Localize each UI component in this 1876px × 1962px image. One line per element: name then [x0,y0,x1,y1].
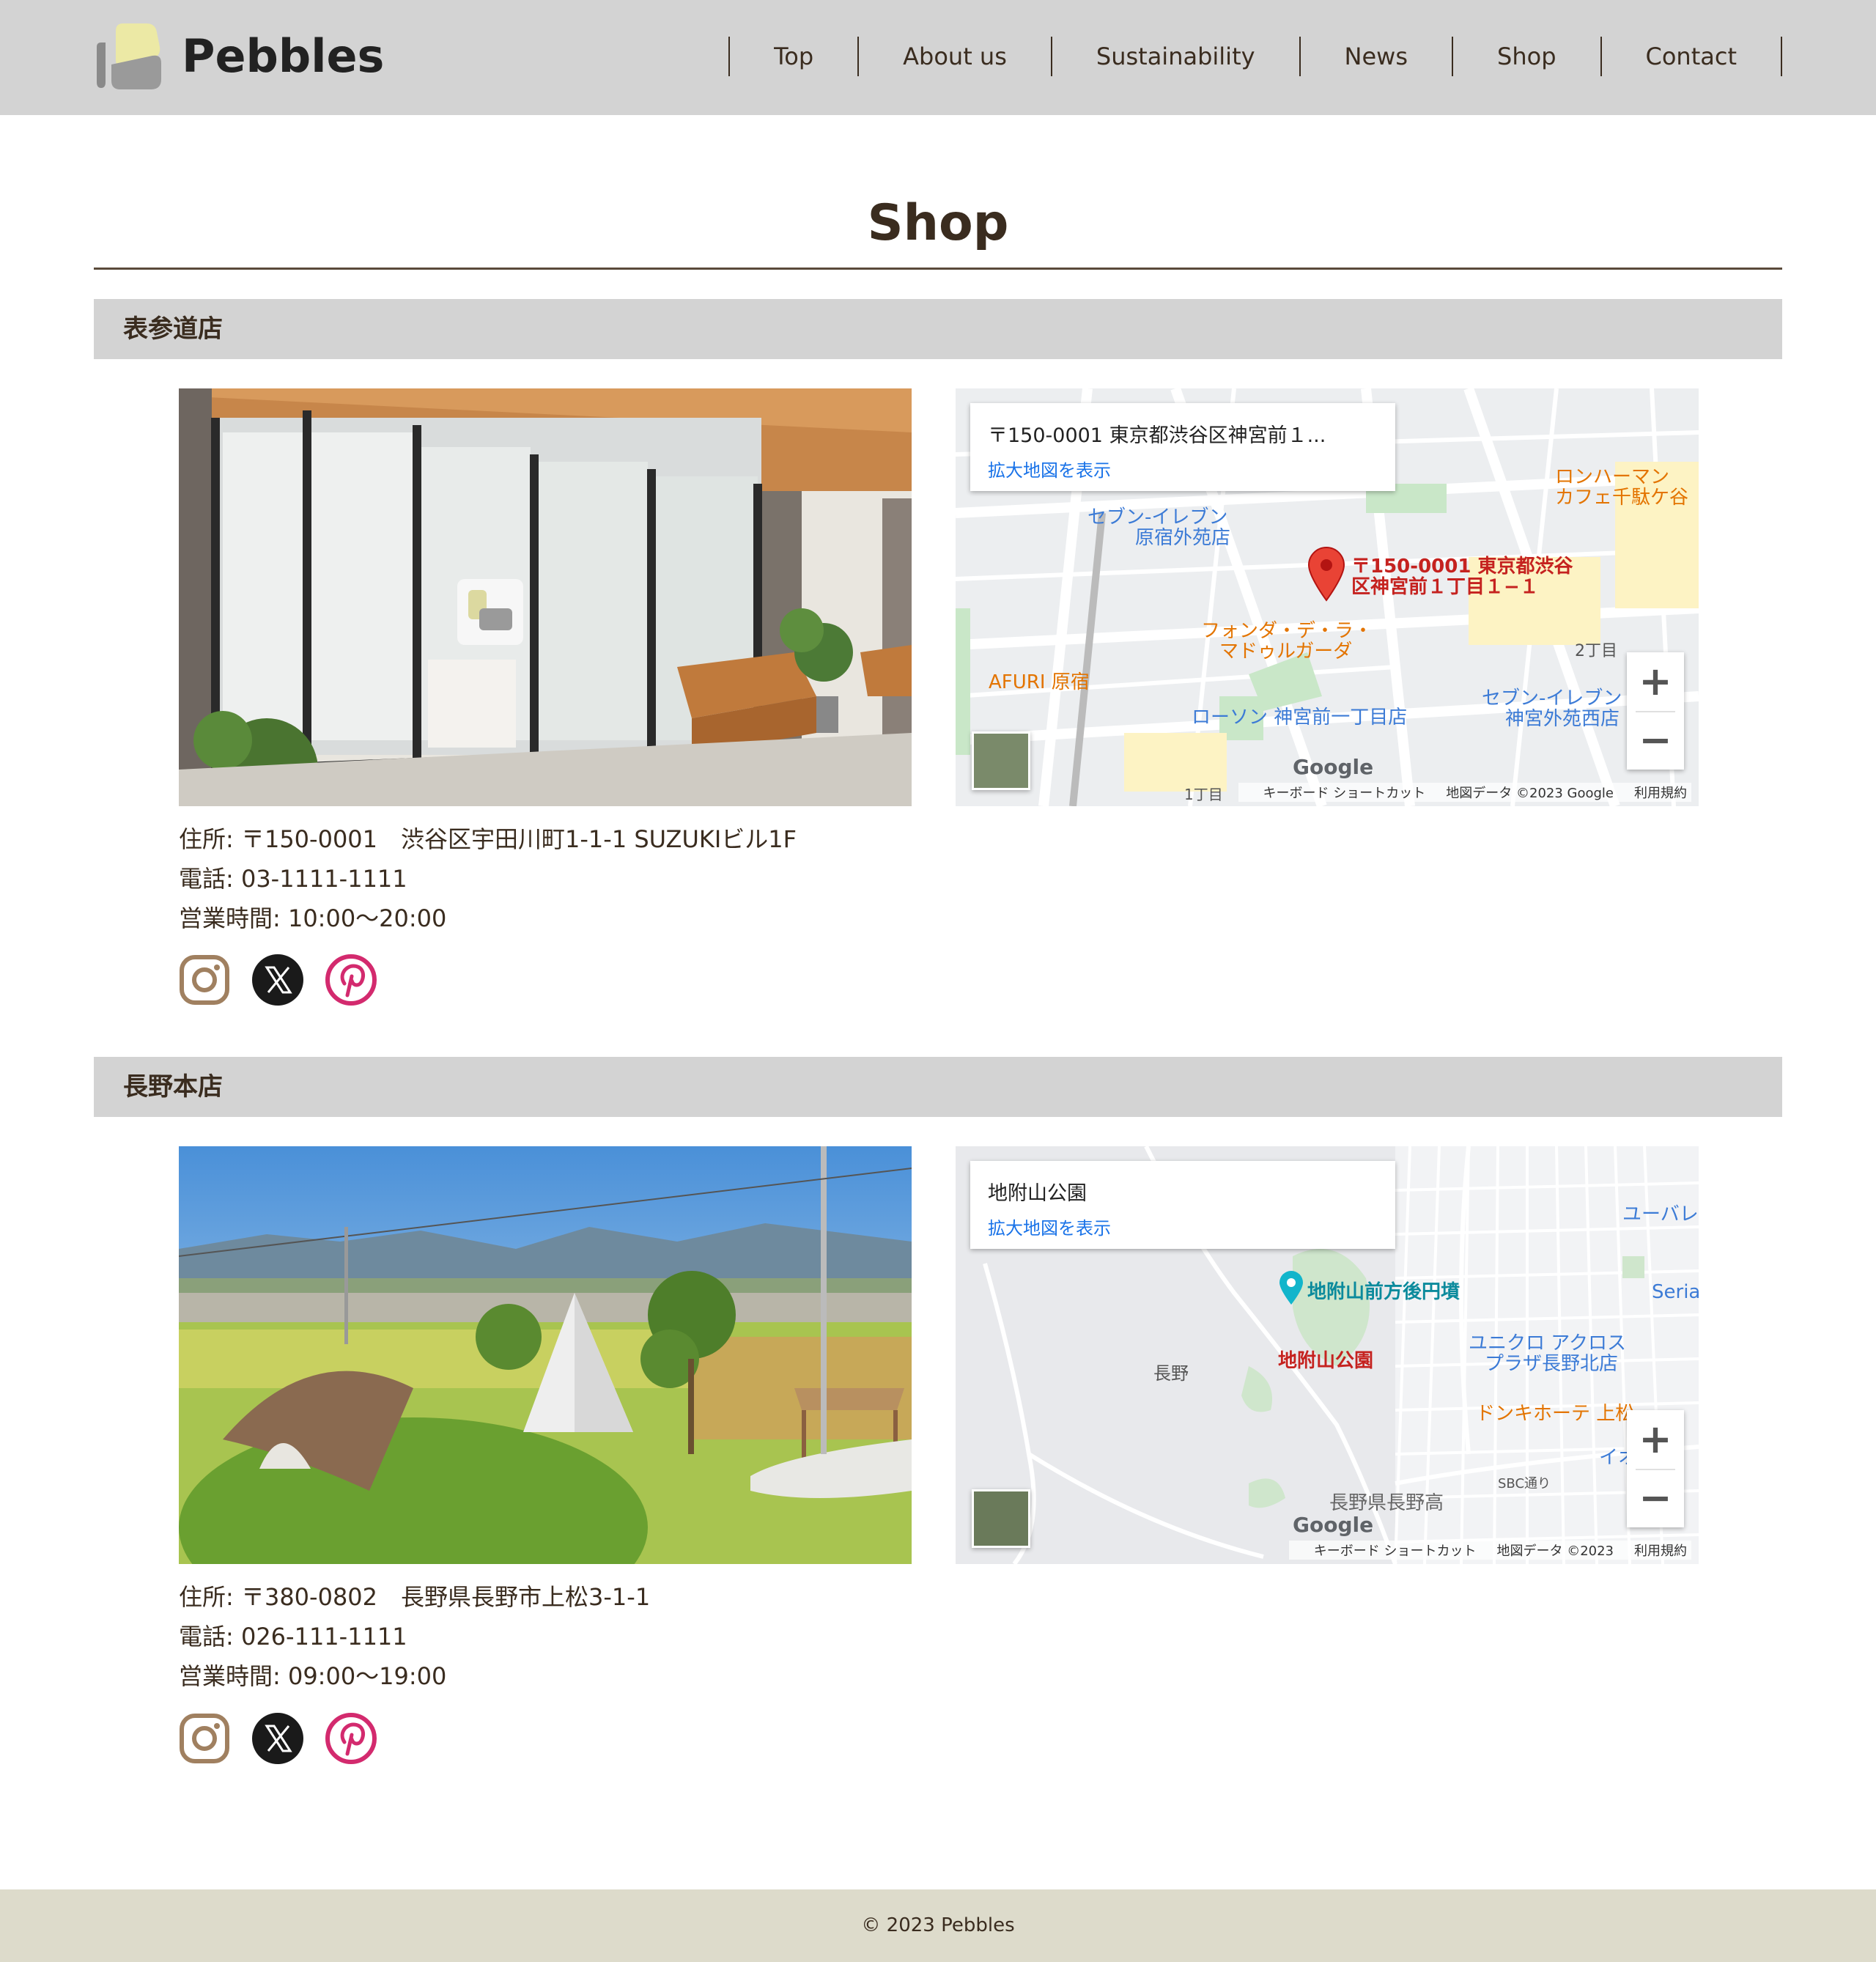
zoom-divider [1636,1469,1675,1470]
shop-header: 長野本店 [94,1057,1782,1117]
map-attribution: キーボード ショートカット 地図データ ©2023 Google 利用規約 [1238,783,1691,802]
map-data-text: 地図データ ©2023 Google [1446,786,1614,801]
google-logo: Google [1293,755,1374,779]
nav-item-top[interactable]: Top [730,37,860,76]
shop-hours: 営業時間: 10:00〜20:00 [179,904,447,932]
zoom-controls: + − [1627,652,1684,770]
shop-phone: 電話: 026-111-1111 [179,1623,407,1651]
pin-label-2: 区神宮前１丁目１−１ [1351,576,1539,598]
map-label: 1丁目 [1184,786,1223,803]
map-card-title: 〒150-0001 東京都渋谷区神宮前１... [988,424,1326,447]
logo[interactable]: Pebbles [94,21,384,91]
shop-info: 住所: 〒150-0001 渋谷区宇田川町1-1-1 SUZUKIビル1F 電話… [179,819,797,938]
map-label: 長野 [1153,1363,1189,1384]
map-attribution: キーボード ショートカット 地図データ ©2023 利用規約 [1288,1541,1691,1560]
map-label: 地附山前方後円墳 [1307,1281,1460,1303]
social-links [179,954,377,1006]
nav-item-sustainability[interactable]: Sustainability [1052,37,1301,76]
zoom-in-button[interactable]: + [1627,1410,1684,1469]
pebbles-logo-icon [97,23,161,89]
map-data-text: 地図データ ©2023 [1496,1544,1614,1559]
x-icon[interactable] [252,954,303,1006]
nav-item-contact[interactable]: Contact [1602,37,1782,76]
shop-info: 住所: 〒380-0802 長野県長野市上松3-1-1 電話: 026-111-… [179,1577,650,1696]
map-label: 長野県長野高 [1329,1492,1444,1514]
map-label: AFURI 原宿 [989,671,1090,693]
keyboard-shortcuts-link[interactable]: キーボード ショートカット [1314,1544,1477,1559]
map-label: マドゥルガーダ [1219,641,1353,663]
map-label: ドンキホーテ 上松 [1476,1403,1635,1425]
shop-name: 長野本店 [123,1072,223,1102]
map-label: 神宮外苑西店 [1505,708,1620,730]
map-label: ユーバレ [1622,1203,1699,1225]
view-larger-map-link[interactable]: 拡大地図を表示 [988,456,1111,482]
title-divider [94,268,1782,270]
map-card-title: 地附山公園 [988,1182,1087,1205]
map-label: ローソン 神宮前一丁目店 [1192,707,1408,729]
shop-photo-nagano [179,1146,912,1564]
nav-item-about-us[interactable]: About us [859,37,1052,76]
zoom-out-button[interactable]: − [1627,1469,1684,1527]
shop-hours: 営業時間: 09:00〜19:00 [179,1662,447,1690]
pinterest-icon[interactable] [325,1713,377,1764]
zoom-in-button[interactable]: + [1627,652,1684,711]
map-label: 2丁目 [1575,642,1617,660]
nav-item-news[interactable]: News [1301,37,1454,76]
map-label: カフェ千駄ケ谷 [1555,487,1689,509]
map-nagano[interactable]: 地附山前方後円墳 地附山公園 長野 ユニクロ アクロス プラザ長野北店 ドンキホ… [956,1146,1699,1564]
map-info-card: 地附山公園 拡大地図を表示 [970,1161,1395,1249]
landscape-image [179,1146,912,1564]
shop-address: 住所: 〒380-0802 長野県長野市上松3-1-1 [179,1583,651,1611]
shop-address: 住所: 〒150-0001 渋谷区宇田川町1-1-1 SUZUKIビル1F [179,825,797,853]
view-larger-map-link[interactable]: 拡大地図を表示 [988,1214,1111,1239]
brand-name: Pebbles [182,29,385,83]
map-info-card: 〒150-0001 東京都渋谷区神宮前１... 拡大地図を表示 [970,403,1395,491]
zoom-out-button[interactable]: − [1627,711,1684,770]
instagram-icon[interactable] [179,954,230,1006]
park-marker-icon[interactable] [1278,1269,1304,1309]
keyboard-shortcuts-link[interactable]: キーボード ショートカット [1263,786,1426,801]
site-header: Pebbles Top About us Sustainability News… [0,0,1876,115]
pin-label: 地附山公園 [1278,1350,1374,1372]
terms-link[interactable]: 利用規約 [1634,786,1687,801]
instagram-icon[interactable] [179,1713,230,1764]
shop-phone: 電話: 03-1111-1111 [179,865,407,893]
shop-photo-omotesando [179,388,912,806]
copyright: © 2023 Pebbles [861,1914,1015,1936]
social-links [179,1713,377,1764]
satellite-toggle[interactable] [972,1489,1030,1548]
main-nav: Top About us Sustainability News Shop Co… [728,37,1782,76]
x-icon[interactable] [252,1713,303,1764]
nav-item-shop[interactable]: Shop [1453,37,1602,76]
satellite-toggle[interactable] [972,731,1030,790]
map-label: 原宿外苑店 [1135,527,1231,549]
shop-name: 表参道店 [123,314,223,344]
map-omotesando[interactable]: 〒150-0001 東京都渋谷 区神宮前１丁目１−１ セブン-イレブン 原宿外苑… [956,388,1699,806]
google-logo: Google [1293,1513,1374,1537]
map-label: SBC通り [1498,1476,1551,1491]
terms-link[interactable]: 利用規約 [1634,1544,1687,1559]
zoom-divider [1636,711,1675,712]
shop-header: 表参道店 [94,299,1782,359]
map-label: プラザ長野北店 [1485,1353,1619,1375]
site-footer: © 2023 Pebbles [0,1889,1876,1962]
storefront-image [179,388,912,806]
zoom-controls: + − [1627,1410,1684,1527]
page-title: Shop [867,194,1009,252]
map-pin-icon[interactable] [1307,546,1345,605]
pinterest-icon[interactable] [325,954,377,1006]
map-label: Seria [1652,1281,1699,1303]
